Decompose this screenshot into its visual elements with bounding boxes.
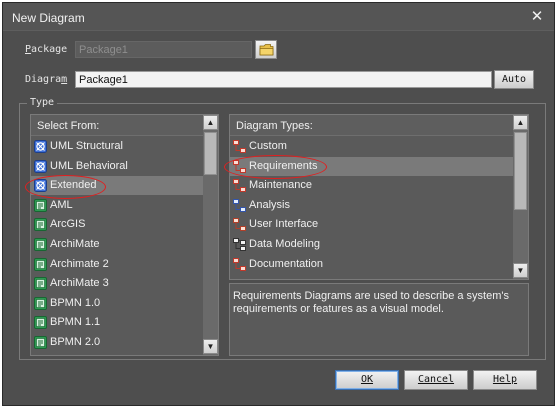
auto-button[interactable]: Auto [494,70,534,89]
list-item[interactable]: ArchiMate 3 [31,274,203,293]
annotation-ellipse [224,155,327,179]
list-item-label: BPMN 2.0 [50,336,101,348]
list-item-label: BPMN 1.1 [50,316,101,329]
profile-icon [34,257,47,271]
list-item[interactable]: Custom [230,137,513,156]
list-item-label: Maintenance [249,179,312,192]
list-item[interactable]: User Interface [230,215,513,234]
list-item[interactable]: Maintenance [230,176,513,195]
diagram-types-header: Diagram Types: [230,115,515,136]
help-button[interactable]: Help [473,370,537,390]
diagram-types-scrollbar[interactable]: ▲ ▼ [513,115,528,279]
data-modeling-diagram-icon [233,238,246,251]
scroll-up-icon[interactable]: ▲ [203,115,218,130]
ok-button[interactable]: OK [335,370,399,390]
list-item[interactable]: Documentation [230,255,513,274]
list-item[interactable]: Archimate 2 [31,255,203,274]
list-item-label: BPMN 1.0 [50,296,101,309]
custom-diagram-icon [233,140,246,153]
list-item-label: Documentation [249,257,323,270]
list-item-label: ArcGIS [50,218,86,231]
list-item[interactable]: UML Structural [31,137,203,156]
annotation-ellipse [25,175,106,199]
scroll-down-icon[interactable]: ▼ [203,339,218,354]
package-label: Package [25,44,68,55]
window-title: New Diagram [12,11,85,25]
select-from-header: Select From: [31,115,205,136]
list-item-label: UML Structural [50,140,123,152]
list-item-label: UML Behavioral [50,159,128,172]
profile-icon [34,218,47,232]
browse-package-button[interactable] [255,40,277,59]
diagram-types-list[interactable]: Diagram Types: Custom Requirements Mainten… [229,114,529,280]
list-item[interactable]: UML Behavioral [31,157,203,176]
scroll-thumb[interactable] [204,132,217,175]
profile-icon [34,238,47,251]
list-item[interactable]: BPMN 1.1 [31,313,203,332]
list-item-label: AML [50,198,73,211]
list-item[interactable]: ArchiMate [31,235,203,254]
list-item-label: ArchiMate [50,238,100,250]
type-group-label: Type [27,97,58,108]
uml-icon [34,140,47,153]
close-icon[interactable]: ✕ [529,9,545,25]
list-item-label: Analysis [249,198,290,211]
cancel-button[interactable]: Cancel [404,370,468,390]
package-field: Package1 [75,41,252,58]
maintenance-diagram-icon [233,179,246,193]
user-interface-diagram-icon [233,218,246,232]
profile-icon [34,336,47,349]
profile-icon [34,277,47,291]
documentation-diagram-icon [233,257,246,271]
select-from-list[interactable]: Select From: UML Structural UML Behaviora… [30,114,219,356]
list-item-label: Archimate 2 [50,257,109,270]
diagram-description: Requirements Diagrams are used to descri… [229,283,529,356]
profile-icon [34,198,47,212]
folder-icon [259,44,274,56]
list-item[interactable]: ArcGIS [31,215,203,234]
uml-icon [34,159,47,173]
scroll-thumb[interactable] [514,132,527,210]
select-from-scrollbar[interactable]: ▲ ▼ [203,115,218,355]
analysis-diagram-icon [233,198,246,212]
diagram-name-input[interactable]: Package1 [75,71,492,88]
list-item-label: Custom [249,140,287,152]
profile-icon [34,316,47,330]
new-diagram-dialog: New Diagram ✕ Package Package1 Diagram P… [2,2,555,406]
scroll-down-icon[interactable]: ▼ [513,263,528,278]
diagram-label: Diagram [25,74,68,85]
list-item[interactable]: Analysis [230,196,513,215]
list-item[interactable]: BPMN 1.0 [31,294,203,313]
title-bar: New Diagram ✕ [3,3,554,31]
list-item[interactable]: BPMN 2.0 [31,333,203,352]
list-item[interactable]: Data Modeling [230,235,513,254]
scroll-up-icon[interactable]: ▲ [513,115,528,130]
list-item-label: Data Modeling [249,238,320,250]
list-item-label: ArchiMate 3 [50,277,109,290]
list-item-label: User Interface [249,218,319,231]
profile-icon [34,296,47,310]
